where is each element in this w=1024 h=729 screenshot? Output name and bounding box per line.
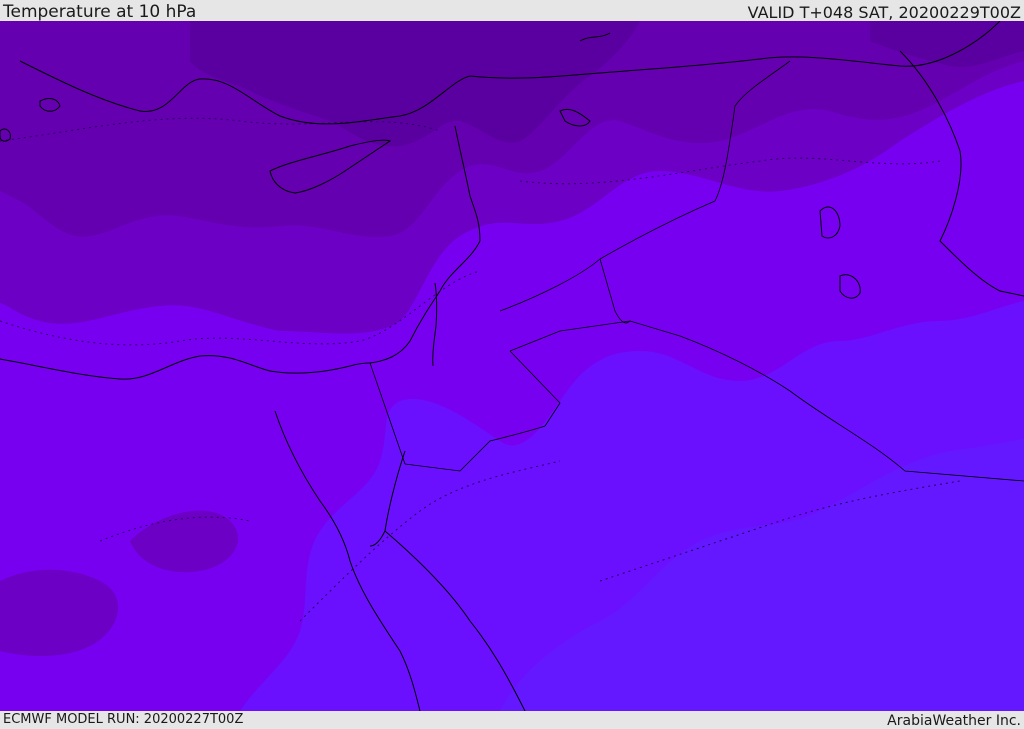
map-frame: Temperature at 10 hPa VALID T+048 SAT, 2… [0,0,1024,729]
model-run: ECMWF MODEL RUN: 20200227T00Z [3,712,244,727]
map-title: Temperature at 10 hPa [3,2,197,22]
header-bar: Temperature at 10 hPa VALID T+048 SAT, 2… [0,0,1024,22]
weather-map[interactable] [0,21,1024,711]
map-canvas [0,21,1024,711]
footer-bar: ECMWF MODEL RUN: 20200227T00Z ArabiaWeat… [0,711,1024,729]
credit: ArabiaWeather Inc. [887,713,1021,729]
valid-time: VALID T+048 SAT, 20200229T00Z [747,3,1021,22]
